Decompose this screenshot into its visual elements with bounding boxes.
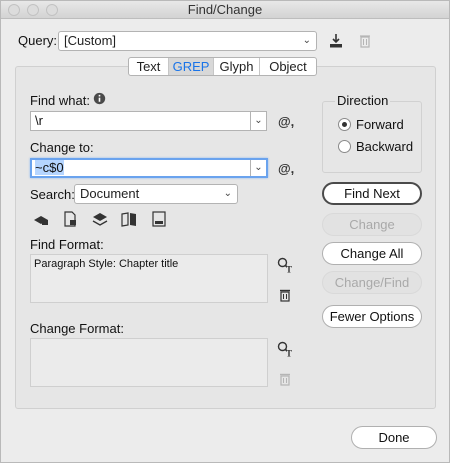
save-query-icon[interactable] [328, 33, 344, 49]
find-what-label: Find what: [30, 93, 90, 108]
change-to-value: ~c$0 [35, 160, 64, 175]
done-button[interactable]: Done [351, 426, 437, 449]
find-special-characters-icon[interactable]: @, [278, 114, 294, 129]
include-locked-stories-icon[interactable] [62, 211, 78, 227]
tab-text[interactable]: Text [129, 58, 169, 75]
find-format-label: Find Format: [30, 237, 104, 252]
query-label: Query: [18, 33, 58, 48]
change-special-characters-icon[interactable]: @, [278, 161, 294, 176]
find-what-field[interactable]: \r ⌄ [30, 111, 267, 131]
change-button[interactable]: Change [322, 213, 422, 236]
tab-grep[interactable]: GREP [169, 58, 214, 75]
clear-find-format-icon[interactable] [277, 287, 293, 303]
window-title: Find/Change [187, 2, 263, 17]
change-all-button[interactable]: Change All [322, 242, 422, 265]
chevron-down-icon: ⌄ [302, 35, 311, 46]
include-footnotes-icon[interactable] [151, 211, 167, 227]
include-hidden-layers-icon[interactable] [92, 211, 108, 227]
forward-radio[interactable] [338, 118, 351, 131]
find-what-value: \r [35, 113, 43, 128]
find-change-dialog: Find/Change Query: [Custom] ⌄ Text GREP … [0, 0, 450, 463]
tab-object[interactable]: Object [260, 58, 316, 75]
svg-text:T: T [286, 265, 292, 274]
delete-query-icon[interactable] [357, 33, 373, 49]
backward-radio[interactable] [338, 140, 351, 153]
include-locked-layers-icon[interactable] [33, 211, 49, 227]
search-scope-select[interactable]: Document ⌄ [74, 184, 238, 204]
change-to-field[interactable]: ~c$0 ⌄ [30, 158, 268, 178]
change-history-dropdown[interactable]: ⌄ [250, 160, 266, 176]
find-format-value: Paragraph Style: Chapter title [34, 258, 179, 270]
change-format-box[interactable] [30, 338, 268, 387]
forward-label[interactable]: Forward [356, 117, 404, 132]
query-value: [Custom] [64, 33, 117, 48]
find-format-box[interactable]: Paragraph Style: Chapter title [30, 254, 268, 303]
info-icon[interactable] [93, 92, 106, 105]
search-label: Search: [30, 187, 75, 202]
query-select[interactable]: [Custom] ⌄ [58, 31, 317, 51]
tab-glyph[interactable]: Glyph [214, 58, 260, 75]
backward-label[interactable]: Backward [356, 139, 413, 154]
direction-group [322, 101, 422, 173]
find-next-button[interactable]: Find Next [322, 182, 422, 205]
include-master-pages-icon[interactable] [121, 211, 137, 227]
clear-change-format-icon[interactable] [277, 371, 293, 387]
chevron-down-icon: ⌄ [223, 188, 232, 199]
search-scope-value: Document [80, 186, 140, 201]
specify-change-format-icon[interactable]: T [277, 341, 293, 357]
zoom-window-button[interactable] [46, 4, 58, 16]
change-to-label: Change to: [30, 140, 94, 155]
change-format-label: Change Format: [30, 321, 124, 336]
svg-text:T: T [286, 349, 292, 358]
specify-find-format-icon[interactable]: T [277, 257, 293, 273]
minimize-window-button[interactable] [27, 4, 39, 16]
change-find-button[interactable]: Change/Find [322, 271, 422, 294]
mode-tabs: Text GREP Glyph Object [128, 57, 317, 76]
close-window-button[interactable] [8, 4, 20, 16]
title-bar: Find/Change [1, 1, 449, 19]
fewer-options-button[interactable]: Fewer Options [322, 305, 422, 328]
direction-label: Direction [335, 93, 391, 108]
find-history-dropdown[interactable]: ⌄ [250, 112, 266, 130]
